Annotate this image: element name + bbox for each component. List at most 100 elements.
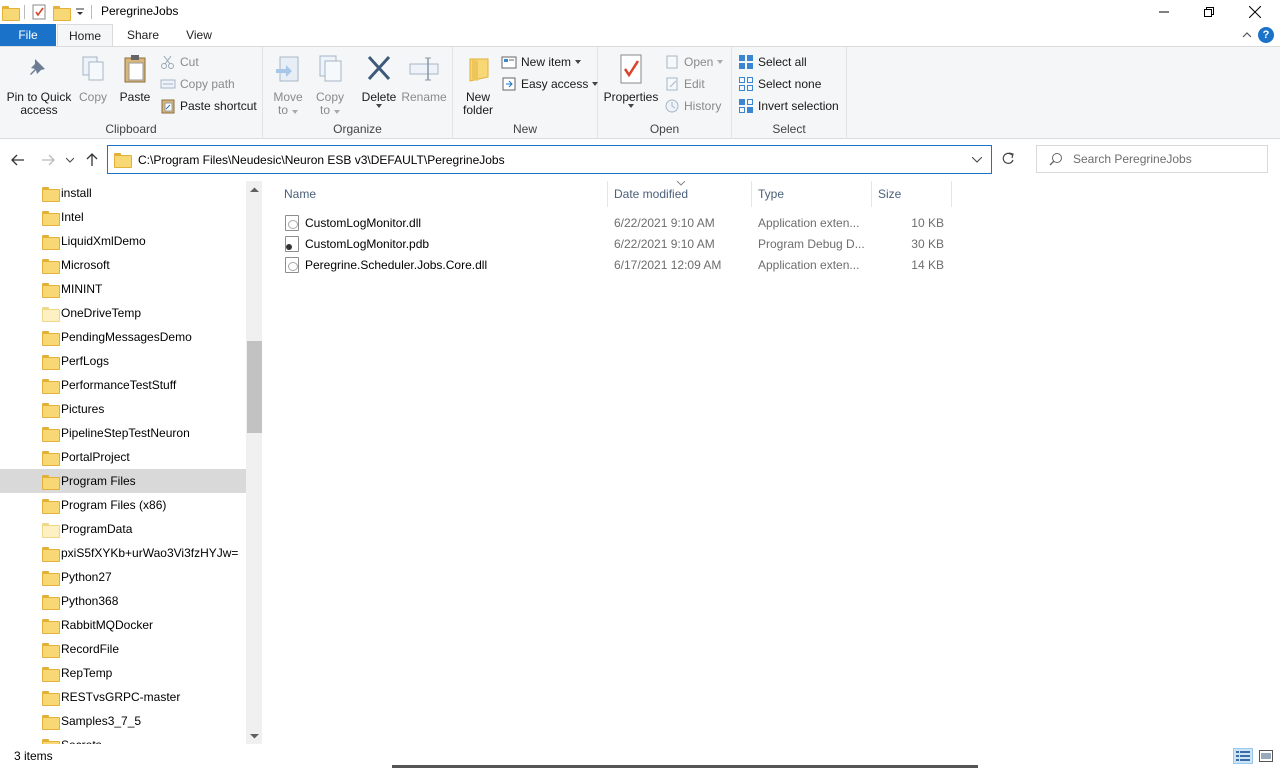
- sort-arrow-icon: [676, 179, 686, 188]
- open-button[interactable]: Open: [664, 52, 724, 72]
- copy-path-button[interactable]: Copy path: [160, 74, 235, 94]
- folder-icon: [42, 234, 60, 250]
- tree-item[interactable]: PendingMessagesDemo: [0, 325, 246, 349]
- divider: [24, 5, 25, 19]
- tree-item[interactable]: install: [0, 181, 246, 205]
- invert-selection-icon: [738, 98, 754, 114]
- scroll-thumb[interactable]: [247, 341, 262, 433]
- folder-icon: [42, 498, 60, 514]
- tree-item[interactable]: OneDriveTemp: [0, 301, 246, 325]
- column-divider[interactable]: [951, 181, 952, 207]
- select-none-button[interactable]: Select none: [738, 74, 821, 94]
- tree-item[interactable]: LiquidXmlDemo: [0, 229, 246, 253]
- tree-item[interactable]: Python368: [0, 589, 246, 613]
- minimize-button[interactable]: [1141, 0, 1187, 24]
- address-path[interactable]: C:\Program Files\Neudesic\Neuron ESB v3\…: [138, 153, 963, 167]
- column-divider[interactable]: [871, 181, 872, 207]
- close-button[interactable]: [1232, 0, 1278, 24]
- new-folder-button[interactable]: New folder: [461, 53, 495, 117]
- tree-item[interactable]: PipelineStepTestNeuron: [0, 421, 246, 445]
- tree-item[interactable]: PerfLogs: [0, 349, 246, 373]
- large-icons-view-button[interactable]: [1256, 748, 1276, 764]
- tab-file[interactable]: File: [0, 24, 56, 46]
- folder-icon: [42, 618, 60, 634]
- history-button[interactable]: History: [664, 96, 721, 116]
- tree-item[interactable]: Pictures: [0, 397, 246, 421]
- tree-item[interactable]: Samples3_7_5: [0, 709, 246, 733]
- tree-item[interactable]: Intel: [0, 205, 246, 229]
- forward-button[interactable]: [38, 150, 58, 170]
- search-box[interactable]: Search PeregrineJobs: [1036, 145, 1268, 173]
- folder-icon: [42, 714, 60, 730]
- new-item-button[interactable]: New item: [501, 52, 582, 72]
- file-row[interactable]: CustomLogMonitor.pdb 6/22/2021 9:10 AM Pro…: [280, 233, 952, 254]
- tree-item[interactable]: Microsoft: [0, 253, 246, 277]
- edit-button[interactable]: Edit: [664, 74, 705, 94]
- folder-icon: [42, 186, 60, 202]
- tree-item-label: RESTvsGRPC-master: [61, 690, 181, 704]
- column-divider[interactable]: [607, 181, 608, 207]
- file-row[interactable]: Peregrine.Scheduler.Jobs.Core.dll 6/17/20…: [280, 254, 952, 275]
- tree-item[interactable]: pxiS5fXYKb+urWao3Vi3fzHYJw=: [0, 541, 246, 565]
- tab-share[interactable]: Share: [118, 24, 168, 46]
- paste-button[interactable]: Paste: [118, 53, 152, 104]
- recent-locations-button[interactable]: [62, 150, 78, 170]
- address-dropdown-button[interactable]: [963, 146, 991, 173]
- pin-to-quick-access-button[interactable]: Pin to Quick access: [6, 53, 72, 117]
- new-folder-icon[interactable]: [53, 4, 71, 21]
- delete-button[interactable]: Delete: [359, 53, 399, 108]
- nav-scrollbar[interactable]: [246, 181, 262, 744]
- ribbon-tabs: File Home Share View ?: [0, 24, 1280, 46]
- cut-button[interactable]: Cut: [160, 52, 199, 72]
- file-type: Application exten...: [758, 257, 860, 272]
- column-header-name[interactable]: Name: [284, 181, 316, 207]
- file-name-cell: CustomLogMonitor.dll: [285, 212, 421, 233]
- tree-item[interactable]: RecordFile: [0, 637, 246, 661]
- back-button[interactable]: [8, 150, 28, 170]
- tab-home[interactable]: Home: [57, 24, 113, 46]
- tree-item[interactable]: Secrets: [0, 733, 246, 744]
- move-to-button[interactable]: Move to: [271, 53, 305, 117]
- column-header-type[interactable]: Type: [758, 181, 784, 207]
- folder-icon[interactable]: [2, 4, 20, 21]
- folder-icon: [42, 330, 60, 346]
- file-row[interactable]: CustomLogMonitor.dll 6/22/2021 9:10 AM App…: [280, 212, 952, 233]
- copy-button[interactable]: Copy: [76, 53, 110, 104]
- customize-toolbar-icon[interactable]: [75, 4, 85, 20]
- column-header-size[interactable]: Size: [878, 181, 901, 207]
- invert-selection-button[interactable]: Invert selection: [738, 96, 839, 116]
- properties-icon[interactable]: [31, 4, 47, 20]
- refresh-button[interactable]: [996, 149, 1020, 169]
- scroll-up-button[interactable]: [246, 181, 262, 198]
- paste-shortcut-button[interactable]: Paste shortcut: [160, 96, 257, 116]
- tree-item[interactable]: RepTemp: [0, 661, 246, 685]
- quick-access-toolbar: [2, 3, 98, 21]
- tree-item[interactable]: RESTvsGRPC-master: [0, 685, 246, 709]
- properties-button[interactable]: Properties: [604, 53, 658, 108]
- tree-item[interactable]: MININT: [0, 277, 246, 301]
- tab-view[interactable]: View: [176, 24, 222, 46]
- address-bar[interactable]: C:\Program Files\Neudesic\Neuron ESB v3\…: [107, 145, 992, 174]
- column-divider[interactable]: [751, 181, 752, 207]
- tree-item[interactable]: Program Files (x86): [0, 493, 246, 517]
- help-icon[interactable]: ?: [1258, 27, 1274, 43]
- tree-item[interactable]: ProgramData: [0, 517, 246, 541]
- file-date: 6/22/2021 9:10 AM: [614, 236, 715, 251]
- copy-icon: [77, 53, 109, 85]
- select-all-button[interactable]: Select all: [738, 52, 807, 72]
- restore-button[interactable]: [1186, 0, 1232, 24]
- tree-item[interactable]: PortalProject: [0, 445, 246, 469]
- tree-item[interactable]: Python27: [0, 565, 246, 589]
- details-view-button[interactable]: [1233, 748, 1253, 764]
- scroll-down-button[interactable]: [246, 727, 262, 744]
- folder-icon: [42, 258, 60, 274]
- tree-item[interactable]: Program Files: [0, 469, 246, 493]
- tree-item[interactable]: RabbitMQDocker: [0, 613, 246, 637]
- copy-to-button[interactable]: Copy to: [313, 53, 347, 117]
- navigation-bar: C:\Program Files\Neudesic\Neuron ESB v3\…: [0, 140, 1280, 180]
- tree-item[interactable]: PerformanceTestStuff: [0, 373, 246, 397]
- easy-access-button[interactable]: Easy access: [501, 74, 599, 94]
- rename-button[interactable]: Rename: [401, 53, 447, 104]
- collapse-ribbon-icon[interactable]: [1240, 28, 1254, 42]
- up-button[interactable]: [82, 150, 102, 170]
